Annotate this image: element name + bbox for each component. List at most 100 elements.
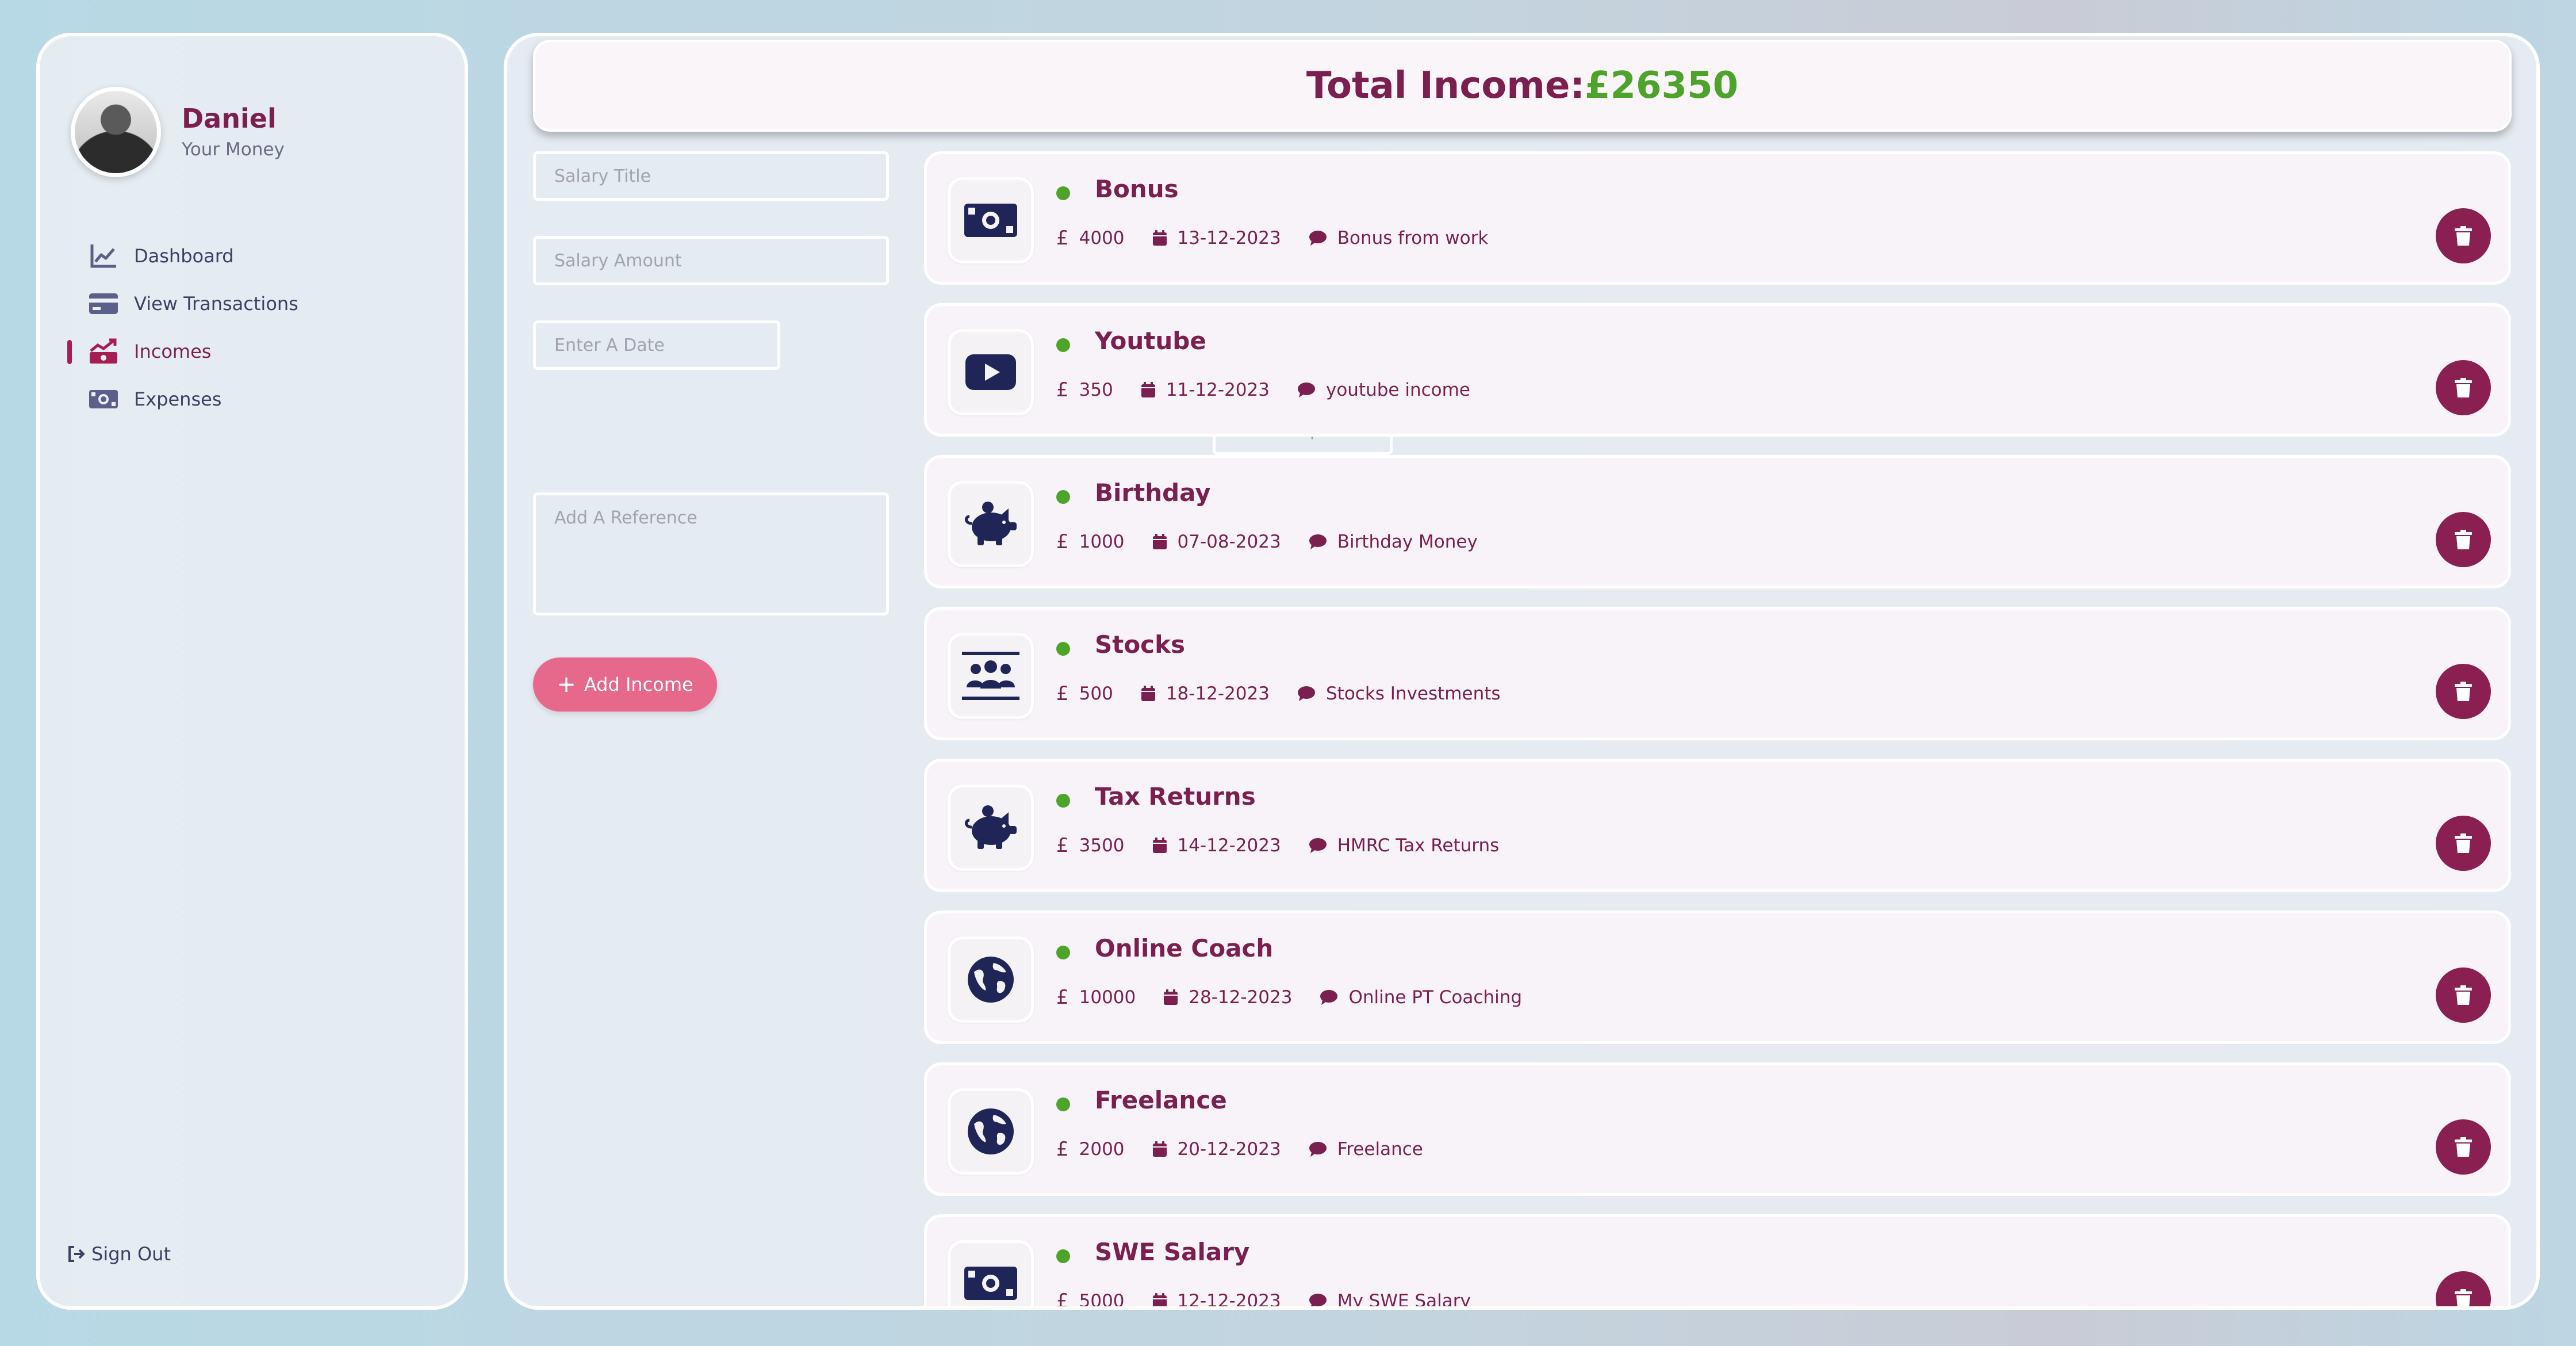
- calendar-icon: [1152, 1141, 1167, 1157]
- income-amount-value: 4000: [1079, 228, 1125, 248]
- income-reference: Birthday Money: [1309, 531, 1478, 552]
- avatar: [71, 87, 161, 177]
- status-dot: [1056, 1098, 1070, 1111]
- sidebar-item-label: View Transactions: [134, 292, 298, 315]
- profile-name: Daniel: [182, 103, 277, 135]
- income-date: 20-12-2023: [1152, 1139, 1281, 1160]
- money-bill-icon: [88, 386, 119, 412]
- status-dot: [1056, 642, 1070, 656]
- salary-amount-input[interactable]: [533, 236, 889, 285]
- income-title: Stocks: [1095, 630, 1186, 659]
- profile-subtitle: Your Money: [182, 139, 285, 160]
- income-amount: £350: [1056, 378, 1113, 401]
- trash-icon: [2455, 378, 2472, 397]
- calendar-icon: [1152, 1293, 1167, 1306]
- status-dot: [1056, 186, 1070, 200]
- piggy-bank-icon: [948, 481, 1034, 567]
- income-reference-value: My SWE Salary: [1337, 1291, 1471, 1310]
- income-amount: £4000: [1056, 227, 1125, 250]
- money-trend-icon: [88, 338, 119, 365]
- income-amount-value: 500: [1079, 683, 1113, 704]
- main-panel: Total Income: £26350 Select Option ⌄ + A…: [504, 33, 2540, 1310]
- income-title: Birthday: [1095, 479, 1211, 507]
- income-date-value: 12-12-2023: [1177, 1291, 1281, 1310]
- income-reference-value: Freelance: [1337, 1139, 1423, 1160]
- salary-title-input[interactable]: [533, 151, 889, 201]
- credit-card-icon: [88, 290, 119, 317]
- income-reference: Bonus from work: [1309, 228, 1488, 248]
- pound-icon: £: [1056, 682, 1069, 705]
- income-date-value: 20-12-2023: [1177, 1139, 1281, 1160]
- comment-icon: [1309, 1294, 1327, 1306]
- active-indicator: [67, 340, 72, 364]
- delete-button[interactable]: [2436, 968, 2491, 1023]
- delete-button[interactable]: [2436, 512, 2491, 567]
- reference-textarea[interactable]: [533, 492, 889, 615]
- calendar-icon: [1152, 230, 1167, 246]
- sidebar-item-incomes[interactable]: Incomes: [67, 327, 435, 375]
- comment-icon: [1297, 686, 1315, 701]
- calendar-icon: [1141, 686, 1155, 701]
- sidebar-item-expenses[interactable]: Expenses: [67, 375, 435, 423]
- income-title: Online Coach: [1095, 934, 1274, 962]
- income-reference-value: Birthday Money: [1337, 531, 1478, 552]
- income-meta: £4000 13-12-2023 Bonus from work: [1056, 227, 1516, 250]
- sidebar-item-label: Dashboard: [134, 244, 234, 267]
- income-date-value: 28-12-2023: [1189, 987, 1293, 1008]
- sidebar-item-label: Incomes: [134, 340, 212, 362]
- income-date-value: 11-12-2023: [1166, 380, 1270, 400]
- income-title: Tax Returns: [1095, 782, 1256, 810]
- income-meta: £2000 20-12-2023 Freelance: [1056, 1138, 1451, 1161]
- sign-out-label: Sign Out: [91, 1243, 171, 1265]
- income-title: SWE Salary: [1095, 1238, 1250, 1266]
- calendar-icon: [1164, 989, 1178, 1005]
- pound-icon: £: [1056, 378, 1069, 401]
- delete-button[interactable]: [2436, 1119, 2491, 1175]
- income-amount: £500: [1056, 682, 1113, 705]
- people-group-icon: [948, 633, 1034, 719]
- income-amount: £1000: [1056, 530, 1125, 553]
- delete-button[interactable]: [2436, 360, 2491, 415]
- sidebar-item-dashboard[interactable]: Dashboard: [67, 232, 435, 280]
- sign-out-icon: [68, 1246, 85, 1262]
- delete-button[interactable]: [2436, 208, 2491, 263]
- income-meta: £350 11-12-2023 youtube income: [1056, 378, 1498, 401]
- delete-button[interactable]: [2436, 664, 2491, 719]
- trash-icon: [2455, 833, 2472, 853]
- total-income-amount: £26350: [1584, 64, 1739, 107]
- pound-icon: £: [1056, 530, 1069, 553]
- comment-icon: [1320, 990, 1338, 1005]
- income-amount: £2000: [1056, 1138, 1125, 1161]
- income-title: Youtube: [1095, 327, 1206, 355]
- income-reference: HMRC Tax Returns: [1309, 835, 1500, 856]
- date-input[interactable]: [533, 320, 780, 370]
- income-meta: £1000 07-08-2023 Birthday Money: [1056, 530, 1505, 553]
- money-bill-icon: [948, 1240, 1034, 1306]
- profile-text: Daniel Your Money: [182, 104, 285, 160]
- delete-button[interactable]: [2436, 816, 2491, 871]
- calendar-icon: [1152, 534, 1167, 549]
- plus-icon: +: [557, 671, 576, 698]
- sidebar-item-view-transactions[interactable]: View Transactions: [67, 280, 435, 327]
- income-date: 12-12-2023: [1152, 1291, 1281, 1310]
- income-reference-value: HMRC Tax Returns: [1337, 835, 1500, 856]
- delete-button[interactable]: [2436, 1271, 2491, 1306]
- income-date-value: 18-12-2023: [1166, 683, 1270, 704]
- income-amount: £10000: [1056, 986, 1136, 1009]
- comment-icon: [1297, 383, 1315, 397]
- income-card: Bonus £4000 13-12-2023 Bonus from work: [924, 151, 2511, 285]
- pound-icon: £: [1056, 227, 1069, 250]
- income-title: Freelance: [1095, 1086, 1227, 1114]
- line-chart-icon: [88, 243, 119, 269]
- income-meta: £500 18-12-2023 Stocks Investments: [1056, 682, 1528, 705]
- income-amount-value: 1000: [1079, 531, 1125, 552]
- trash-icon: [2455, 682, 2472, 701]
- add-income-label: Add Income: [584, 674, 693, 695]
- income-amount-value: 5000: [1079, 1291, 1125, 1310]
- trash-icon: [2455, 985, 2472, 1005]
- sign-out-button[interactable]: Sign Out: [67, 1243, 171, 1265]
- globe-icon: [948, 1088, 1034, 1175]
- income-card: Tax Returns £3500 14-12-2023 HMRC Tax Retur…: [924, 759, 2511, 892]
- income-reference-value: youtube income: [1325, 380, 1470, 400]
- add-income-button[interactable]: + Add Income: [533, 657, 717, 712]
